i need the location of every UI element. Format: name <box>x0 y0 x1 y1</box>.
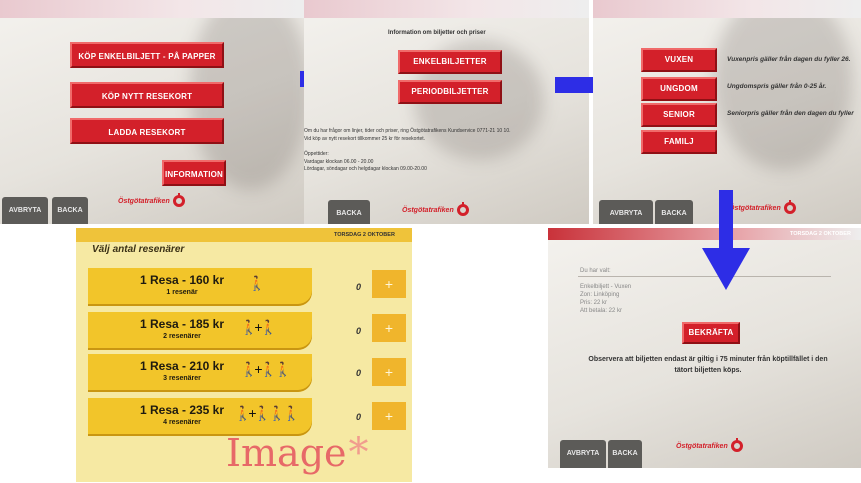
top-bar <box>0 0 304 18</box>
option-subtitle: 2 resenärer <box>163 333 201 340</box>
info-line: Vid köp av nytt resekort tillkommer 25 k… <box>304 136 426 142</box>
asterisk-icon: * <box>348 430 369 476</box>
category-youth-button[interactable]: UNGDOM <box>641 77 717 101</box>
operator-logo: Östgötatrafiken <box>676 438 743 452</box>
date-label: TORSDAG 2 OKTOBER <box>334 232 395 238</box>
quantity-value: 0 <box>356 368 362 378</box>
watermark-text: Image <box>226 431 347 475</box>
option-title: 1 Resa - 185 kr <box>139 317 225 331</box>
info-header: Information om biljetter och priser <box>388 30 486 36</box>
logo-text: Östgötatrafiken <box>118 197 170 205</box>
screen-passenger-count: TORSDAG 2 OKTOBER Välj antal resenärer 1… <box>76 228 412 482</box>
cancel-button[interactable]: AVBRYTA <box>599 200 653 224</box>
summary-line: Att betala: 22 kr <box>580 308 623 314</box>
category-adult-button[interactable]: VUXEN <box>641 48 717 72</box>
persons-icon: 🚶+🚶🚶🚶 <box>234 405 300 421</box>
option-title: 1 Resa - 160 kr <box>139 273 225 287</box>
add-button[interactable]: + <box>372 402 406 430</box>
logo-text: Östgötatrafiken <box>402 206 454 214</box>
info-line: Vardagar klockan 06.00 - 20.00 <box>304 159 374 165</box>
top-bar <box>304 0 589 18</box>
logo-mark-icon <box>783 200 796 214</box>
option-3-passengers[interactable]: 1 Resa - 210 kr 3 resenärer 🚶+🚶🚶 <box>88 354 312 392</box>
buy-new-travel-card-button[interactable]: KÖP NYTT RESEKORT <box>70 82 224 108</box>
person-icon: 🚶 <box>248 275 266 291</box>
back-button[interactable]: BACKA <box>655 200 693 224</box>
period-tickets-button[interactable]: PERIODBILJETTER <box>398 80 502 104</box>
add-button[interactable]: + <box>372 314 406 342</box>
add-button[interactable]: + <box>372 358 406 386</box>
single-tickets-button[interactable]: ENKELBILJETTER <box>398 50 502 74</box>
arrow-down-icon <box>702 190 750 290</box>
logo-text: Östgötatrafiken <box>676 442 728 450</box>
screen-information: Information om biljetter och priser ENKE… <box>304 0 589 224</box>
information-button[interactable]: INFORMATION <box>162 160 226 186</box>
buy-single-ticket-button[interactable]: KÖP ENKELBILJETT - PÅ PAPPER <box>70 42 224 68</box>
quantity-value: 0 <box>356 326 362 336</box>
quantity-value: 0 <box>356 282 362 292</box>
top-up-travel-card-button[interactable]: LADDA RESEKORT <box>70 118 224 144</box>
page-title: Välj antal resenärer <box>92 244 185 255</box>
persons-icon: 🚶+🚶 <box>240 319 277 335</box>
screen-start-menu: KÖP ENKELBILJETT - PÅ PAPPER KÖP NYTT RE… <box>0 0 304 224</box>
operator-logo: Östgötatrafiken <box>118 193 185 207</box>
option-title: 1 Resa - 210 kr <box>139 359 225 373</box>
logo-mark-icon <box>172 193 185 207</box>
logo-mark-icon <box>730 438 743 452</box>
category-youth-description: Ungdomspris gäller från 0-25 år. <box>727 83 827 90</box>
image-watermark: Image* <box>226 430 369 476</box>
top-bar <box>593 0 861 18</box>
back-button[interactable]: BACKA <box>608 440 642 468</box>
persons-icon: 🚶+🚶🚶 <box>240 361 292 377</box>
date-label: TORSDAG 2 OKTOBER <box>790 231 851 237</box>
info-line: Öppettider: <box>304 151 329 157</box>
info-line: Lördagar, söndagar och helgdagar klockan… <box>304 166 427 172</box>
logo-mark-icon <box>456 202 469 216</box>
cancel-button[interactable]: AVBRYTA <box>2 197 48 224</box>
summary-line: Pris: 22 kr <box>580 300 608 306</box>
category-family-button[interactable]: FAMILJ <box>641 130 717 154</box>
operator-logo: Östgötatrafiken <box>402 202 469 216</box>
category-adult-description: Vuxenpris gäller från dagen du fyller 26… <box>727 56 851 63</box>
confirm-button[interactable]: BEKRÄFTA <box>682 322 740 344</box>
summary-line: Zon: Linköping <box>580 292 620 298</box>
summary-line: Enkelbiljett - Vuxen <box>580 284 632 290</box>
summary-header: Du har valt: <box>580 268 611 274</box>
info-line: Om du har frågor om linjer, tider och pr… <box>304 128 511 134</box>
option-subtitle: 3 resenärer <box>163 375 201 382</box>
back-button[interactable]: BACKA <box>328 200 370 224</box>
quantity-value: 0 <box>356 412 362 422</box>
cancel-button[interactable]: AVBRYTA <box>560 440 606 468</box>
option-subtitle: 1 resenär <box>166 289 198 296</box>
option-1-passenger[interactable]: 1 Resa - 160 kr 1 resenär 🚶 <box>88 268 312 306</box>
option-2-passengers[interactable]: 1 Resa - 185 kr 2 resenärer 🚶+🚶 <box>88 312 312 350</box>
back-button[interactable]: BACKA <box>52 197 88 224</box>
add-button[interactable]: + <box>372 270 406 298</box>
category-senior-button[interactable]: SENIOR <box>641 103 717 127</box>
validity-note: Observera att biljetten endast är giltig… <box>588 356 828 374</box>
category-senior-description: Seniorpris gäller från den dagen du fyll… <box>727 110 854 117</box>
